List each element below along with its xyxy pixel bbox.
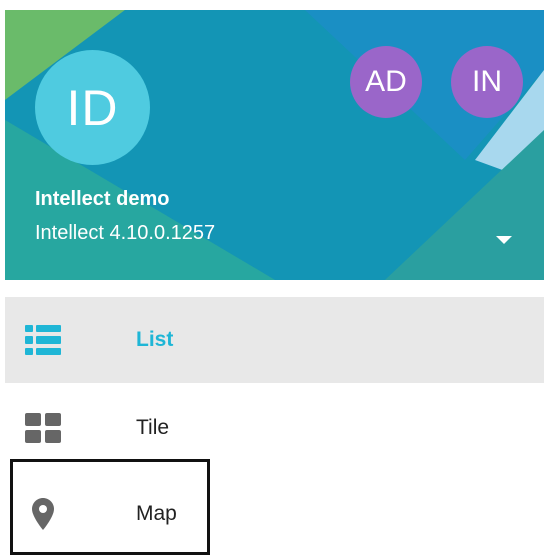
list-icon bbox=[25, 322, 61, 358]
account-header: ID AD IN Intellect demo Intellect 4.10.0… bbox=[5, 10, 544, 280]
avatar-initials: AD bbox=[365, 65, 407, 98]
navigation-drawer: ID AD IN Intellect demo Intellect 4.10.0… bbox=[0, 0, 544, 560]
menu-item-label: List bbox=[136, 328, 174, 351]
tile-icon bbox=[25, 410, 61, 446]
menu-item-list[interactable]: List bbox=[5, 297, 544, 383]
account-name: Intellect demo bbox=[35, 188, 170, 210]
avatar-initials: ID bbox=[66, 79, 119, 136]
account-dropdown-icon[interactable] bbox=[496, 236, 512, 244]
account-switch-avatar-ad[interactable]: AD bbox=[350, 46, 422, 118]
account-version: Intellect 4.10.0.1257 bbox=[35, 222, 216, 244]
menu-item-label: Tile bbox=[136, 416, 170, 439]
current-account-avatar[interactable]: ID bbox=[35, 50, 150, 165]
account-switch-avatar-in[interactable]: IN bbox=[451, 46, 523, 118]
avatar-initials: IN bbox=[472, 65, 502, 98]
highlight-annotation-box bbox=[10, 459, 210, 555]
